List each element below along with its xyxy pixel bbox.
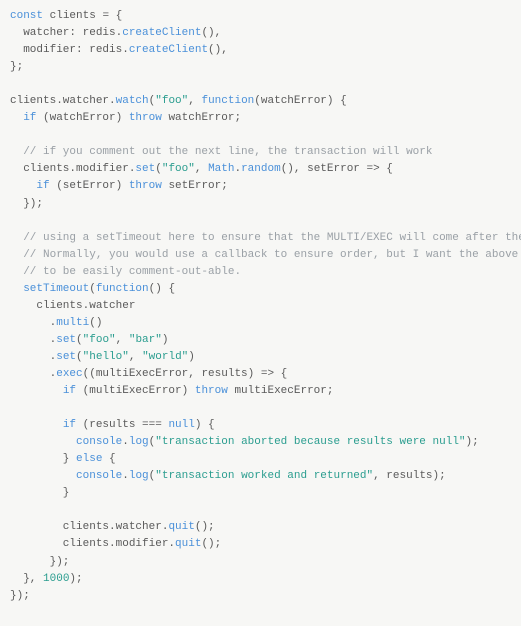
code-block: const clients = { watcher: redis.createC… [0, 0, 521, 613]
code-content: const clients = { watcher: redis.createC… [10, 10, 521, 602]
